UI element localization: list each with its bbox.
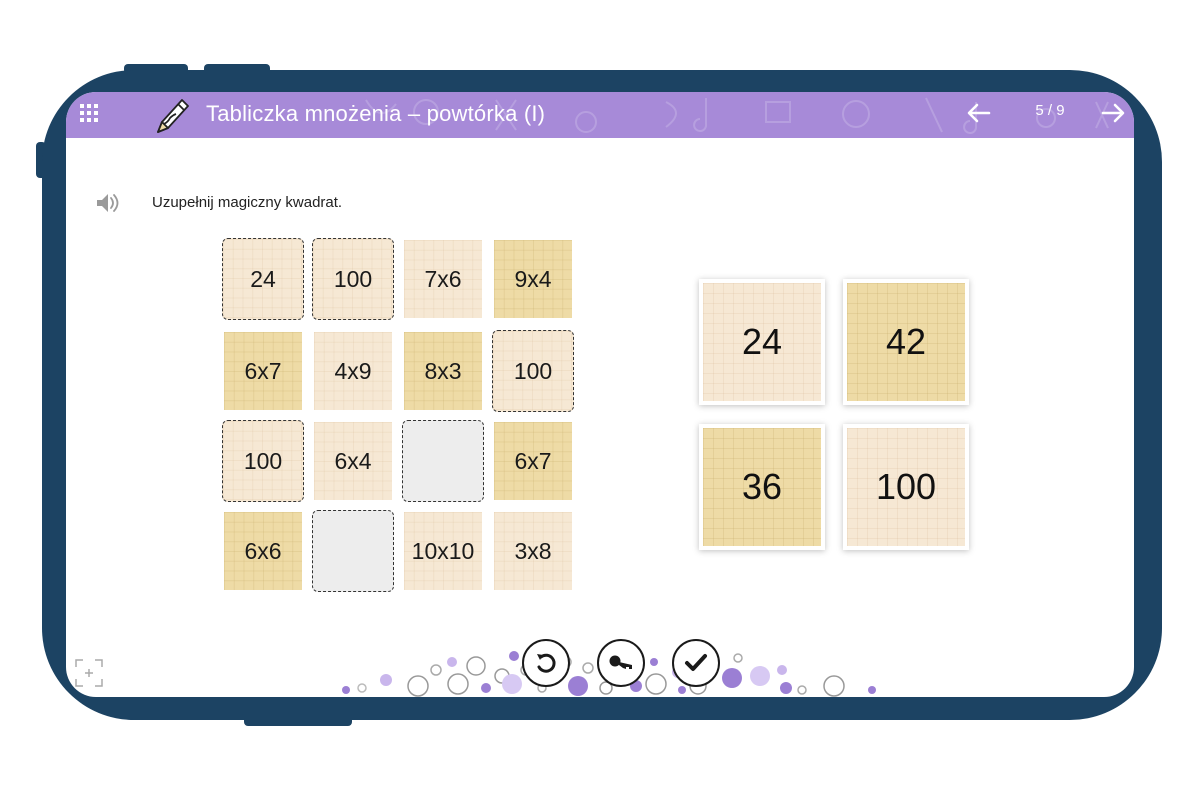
grid-cell[interactable]: 100 [492,330,574,412]
answer-card[interactable]: 100 [843,424,969,550]
reset-button[interactable] [522,639,570,687]
check-button[interactable] [672,639,720,687]
grid-cell: 6x4 [314,422,392,500]
instruction-text: Uzupełnij magiczny kwadrat. [152,194,343,211]
grid-cell: 9x4 [494,240,572,318]
grid-cell[interactable]: 24 [222,238,304,320]
grid-cell[interactable]: 100 [222,420,304,502]
grid-cell: 10x10 [404,512,482,590]
grid-menu-icon[interactable] [78,102,100,124]
fullscreen-icon[interactable] [74,658,104,688]
key-icon [609,655,632,669]
arrow-right-icon[interactable] [1098,98,1128,128]
grid-cell: 6x7 [224,332,302,410]
grid-cell-empty-slot[interactable] [402,420,484,502]
grid-cell: 6x7 [494,422,572,500]
grid-cell: 8x3 [404,332,482,410]
pen-icon [157,99,189,133]
speaker-icon[interactable] [94,190,120,216]
grid-cell: 7x6 [404,240,482,318]
check-icon [685,654,707,671]
answer-card[interactable]: 36 [699,424,825,550]
grid-cell[interactable]: 100 [312,238,394,320]
hint-button[interactable] [597,639,645,687]
answer-card[interactable]: 24 [699,279,825,405]
reset-icon [537,653,556,673]
grid-cell-empty-slot[interactable] [312,510,394,592]
grid-cell: 4x9 [314,332,392,410]
answer-card[interactable]: 42 [843,279,969,405]
lesson-title: Tabliczka mnożenia – powtórka (I) [206,101,546,126]
lesson-header: Tabliczka mnożenia – powtórka (I) 5 / 9 [66,92,1134,138]
grid-cell: 3x8 [494,512,572,590]
app-screen: Tabliczka mnożenia – powtórka (I) 5 / 9 … [66,92,1134,697]
arrow-left-icon[interactable] [964,98,994,128]
page-counter: 5 / 9 [1035,102,1065,119]
grid-cell: 6x6 [224,512,302,590]
